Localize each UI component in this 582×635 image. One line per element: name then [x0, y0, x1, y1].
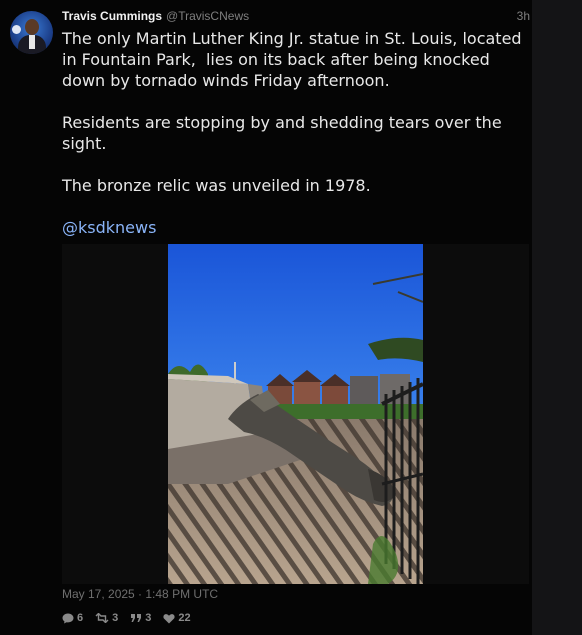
tweet-text: The only Martin Luther King Jr. statue i… [62, 28, 532, 238]
retweet-icon [95, 613, 109, 623]
tweet-card: Travis Cummings @TravisCNews 3h The only … [0, 0, 582, 635]
quote-icon [130, 613, 142, 623]
quote-count: 3 [145, 612, 152, 624]
station-logo-icon [12, 25, 21, 34]
avatar[interactable] [10, 11, 53, 54]
mention-link[interactable]: @ksdknews [62, 218, 156, 237]
tweet-timestamp[interactable]: May 17, 2025 · 1:48 PM UTC [62, 587, 218, 601]
tweet-photo[interactable] [168, 244, 423, 584]
tweet-paragraph: The bronze relic was unveiled in 1978. [62, 176, 371, 195]
like-count: 22 [178, 612, 191, 624]
scroll-rail [532, 0, 582, 635]
retweet-count: 3 [112, 612, 119, 624]
retweet-stat[interactable]: 3 [95, 610, 118, 626]
tweet-paragraph: The only Martin Luther King Jr. statue i… [62, 29, 527, 90]
tweet-paragraph: Residents are stopping by and shedding t… [62, 113, 507, 153]
user-handle[interactable]: @TravisCNews [166, 9, 249, 23]
reply-stat[interactable]: 6 [62, 610, 83, 626]
heart-icon [163, 613, 175, 624]
display-name[interactable]: Travis Cummings [62, 9, 162, 23]
tweet-stats: 6 3 3 22 [62, 610, 191, 626]
tweet-header: Travis Cummings @TravisCNews 3h [62, 9, 530, 25]
reply-count: 6 [77, 612, 84, 624]
quote-stat[interactable]: 3 [130, 610, 151, 626]
comment-icon [62, 613, 74, 624]
like-stat[interactable]: 22 [163, 610, 191, 626]
time-ago[interactable]: 3h [517, 9, 530, 23]
media-container [62, 244, 529, 584]
